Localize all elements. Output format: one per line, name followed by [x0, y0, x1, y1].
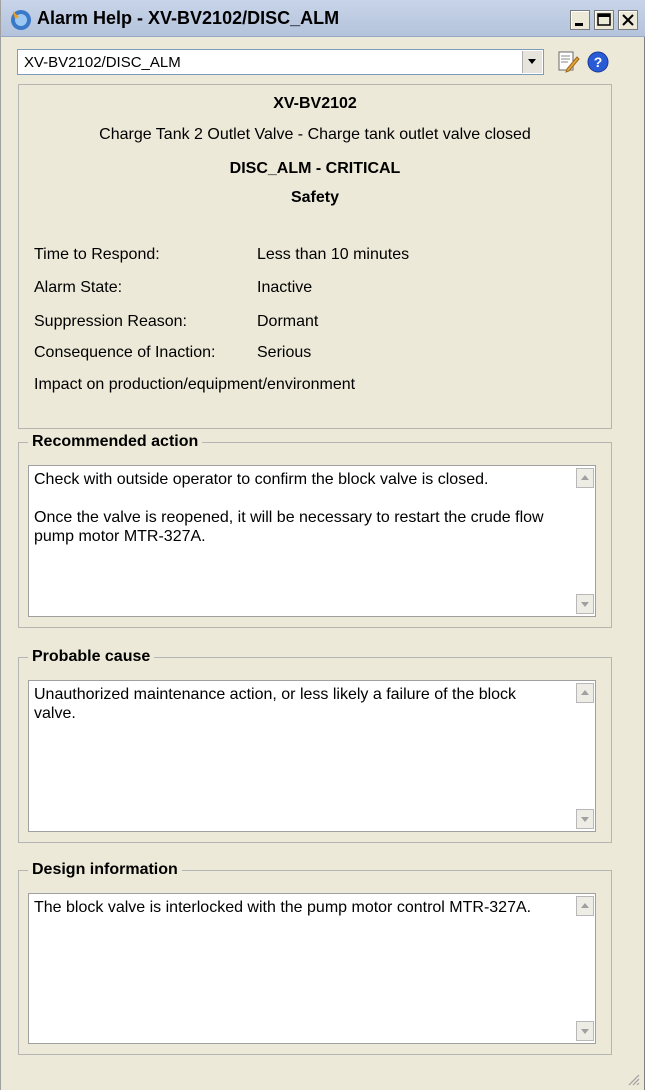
consequence-value: Serious [257, 344, 312, 361]
scroll-up-button[interactable] [576, 683, 594, 703]
recommended-action-title: Recommended action [28, 433, 203, 451]
svg-text:?: ? [594, 54, 603, 70]
alarm-state-value: Inactive [257, 279, 313, 296]
alarm-summary-panel: XV-BV2102 Charge Tank 2 Outlet Valve - C… [18, 84, 612, 429]
alarm-select-value: XV-BV2102/DISC_ALM [24, 54, 181, 71]
time-to-respond-value: Less than 10 minutes [257, 246, 410, 263]
design-information-textarea[interactable]: The block valve is interlocked with the … [28, 893, 596, 1044]
probable-cause-title: Probable cause [28, 648, 155, 666]
recommended-action-paragraph: Once the valve is reopened, it will be n… [34, 509, 544, 545]
time-to-respond-label: Time to Respond: [34, 246, 160, 263]
alarm-select[interactable]: XV-BV2102/DISC_ALM [17, 49, 544, 75]
probable-cause-textarea[interactable]: Unauthorized maintenance action, or less… [28, 680, 596, 832]
design-information-group: Design information The block valve is in… [18, 861, 612, 1055]
recommended-action-paragraph: Check with outside operator to confirm t… [34, 471, 489, 488]
close-icon [622, 14, 634, 26]
edit-notes-button[interactable] [555, 49, 581, 75]
vertical-scrollbar[interactable] [575, 681, 595, 831]
design-information-title: Design information [28, 861, 182, 879]
minimize-icon [575, 23, 583, 26]
scroll-down-icon [581, 1029, 589, 1034]
scroll-down-icon [581, 817, 589, 822]
scroll-up-icon [581, 690, 589, 695]
window-title: Alarm Help - XV-BV2102/DISC_ALM [37, 8, 340, 28]
alarm-state-label: Alarm State: [34, 279, 123, 296]
alarm-select-dropdown-button[interactable] [522, 51, 542, 73]
alarm-help-window: Alarm Help - XV-BV2102/DISC_ALM XV-BV210… [0, 0, 645, 1090]
impact-label: Impact on production/equipment/environme… [34, 376, 356, 393]
tag-name: XV-BV2102 [273, 95, 357, 112]
toolbar: XV-BV2102/DISC_ALM ? [1, 36, 645, 82]
maximize-icon [597, 13, 611, 26]
recommended-action-group: Recommended action Check with outside op… [18, 433, 612, 628]
design-information-text: The block valve is interlocked with the … [34, 899, 532, 916]
minimize-button[interactable] [570, 10, 590, 30]
help-button[interactable]: ? [585, 49, 611, 75]
title-bar[interactable]: Alarm Help - XV-BV2102/DISC_ALM [1, 0, 645, 37]
scroll-down-button[interactable] [576, 594, 594, 614]
alarm-category: Safety [290, 189, 340, 206]
vertical-scrollbar[interactable] [575, 894, 595, 1043]
alarm-priority: DISC_ALM - CRITICAL [229, 160, 401, 177]
consequence-label: Consequence of Inaction: [34, 344, 216, 361]
probable-cause-text: Unauthorized maintenance action, or less… [34, 686, 517, 722]
help-icon: ? [587, 51, 609, 73]
vertical-scrollbar[interactable] [575, 466, 595, 616]
app-icon [11, 10, 31, 30]
suppression-reason-value: Dormant [257, 313, 319, 330]
probable-cause-group: Probable cause Unauthorized maintenance … [18, 648, 612, 843]
close-button[interactable] [618, 10, 638, 30]
scroll-up-icon [581, 903, 589, 908]
suppression-reason-label: Suppression Reason: [34, 313, 187, 330]
recommended-action-textarea[interactable]: Check with outside operator to confirm t… [28, 465, 596, 617]
scroll-down-button[interactable] [576, 809, 594, 829]
edit-notes-icon [558, 51, 580, 73]
chevron-down-icon [528, 59, 536, 64]
maximize-button[interactable] [594, 10, 614, 30]
scroll-up-button[interactable] [576, 896, 594, 916]
scroll-down-icon [581, 602, 589, 607]
scroll-down-button[interactable] [576, 1021, 594, 1041]
scroll-up-button[interactable] [576, 468, 594, 488]
tag-description: Charge Tank 2 Outlet Valve - Charge tank… [99, 126, 531, 143]
scroll-up-icon [581, 475, 589, 480]
recommended-action-text: Check with outside operator to confirm t… [34, 470, 554, 565]
resize-grip-icon[interactable] [626, 1072, 640, 1086]
